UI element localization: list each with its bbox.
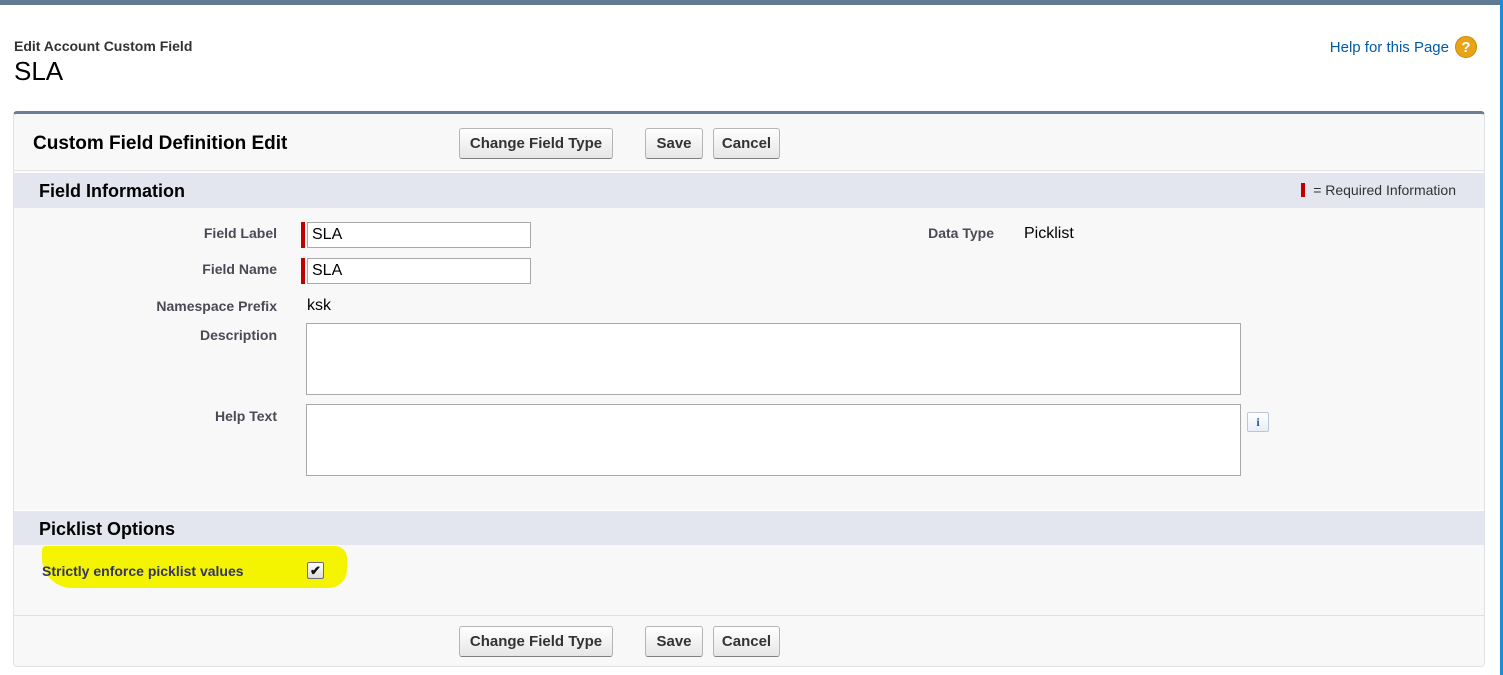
page-title: SLA: [14, 56, 64, 86]
checkmark-icon: ✔: [310, 563, 321, 578]
page-header: Edit Account Custom Field SLA: [14, 38, 192, 87]
data-type-value: Picklist: [1024, 225, 1074, 242]
custom-field-edit-panel: Custom Field Definition Edit Change Fiel…: [13, 111, 1485, 667]
strictly-enforce-checkbox[interactable]: ✔: [307, 562, 324, 579]
change-field-type-button-bottom[interactable]: Change Field Type: [459, 626, 613, 657]
help-for-this-page-link[interactable]: Help for this Page ?: [1330, 36, 1477, 58]
picklist-options-title: Picklist Options: [39, 519, 176, 539]
save-button-bottom[interactable]: Save: [645, 626, 703, 657]
info-icon[interactable]: i: [1247, 412, 1269, 432]
data-type-label: Data Type: [928, 225, 994, 241]
field-label-label: Field Label: [203, 225, 277, 241]
required-marker-icon: [1301, 183, 1306, 197]
field-information-section-header: Field Information = Required Information: [14, 172, 1484, 208]
required-legend-text: = Required Information: [1313, 182, 1456, 198]
strictly-enforce-label: Strictly enforce picklist values: [42, 563, 244, 579]
help-text-textarea[interactable]: [306, 404, 1241, 476]
save-button-top[interactable]: Save: [645, 128, 703, 159]
panel-footer: Change Field Type Save Cancel: [14, 615, 1484, 667]
required-marker-icon: [301, 258, 305, 284]
cancel-button-bottom[interactable]: Cancel: [713, 626, 780, 657]
picklist-options-section-header: Picklist Options: [14, 510, 1484, 545]
field-label-input[interactable]: [307, 222, 531, 248]
top-border: [0, 0, 1503, 5]
field-information-title: Field Information: [39, 181, 185, 201]
panel-header: Custom Field Definition Edit Change Fiel…: [14, 114, 1484, 171]
field-name-label: Field Name: [202, 261, 277, 277]
description-textarea[interactable]: [306, 323, 1241, 395]
question-icon[interactable]: ?: [1455, 36, 1477, 58]
help-link-text[interactable]: Help for this Page: [1330, 39, 1449, 56]
panel-title: Custom Field Definition Edit: [33, 133, 288, 154]
help-text-label: Help Text: [215, 408, 277, 424]
required-marker-icon: [301, 222, 305, 248]
field-name-input[interactable]: [307, 258, 531, 284]
change-field-type-button-top[interactable]: Change Field Type: [459, 128, 613, 159]
namespace-prefix-label: Namespace Prefix: [156, 298, 277, 314]
namespace-prefix-value: ksk: [307, 297, 331, 314]
page-type: Edit Account Custom Field: [14, 38, 193, 54]
cancel-button-top[interactable]: Cancel: [713, 128, 780, 159]
required-legend: = Required Information: [1301, 182, 1456, 198]
description-label: Description: [199, 327, 277, 343]
